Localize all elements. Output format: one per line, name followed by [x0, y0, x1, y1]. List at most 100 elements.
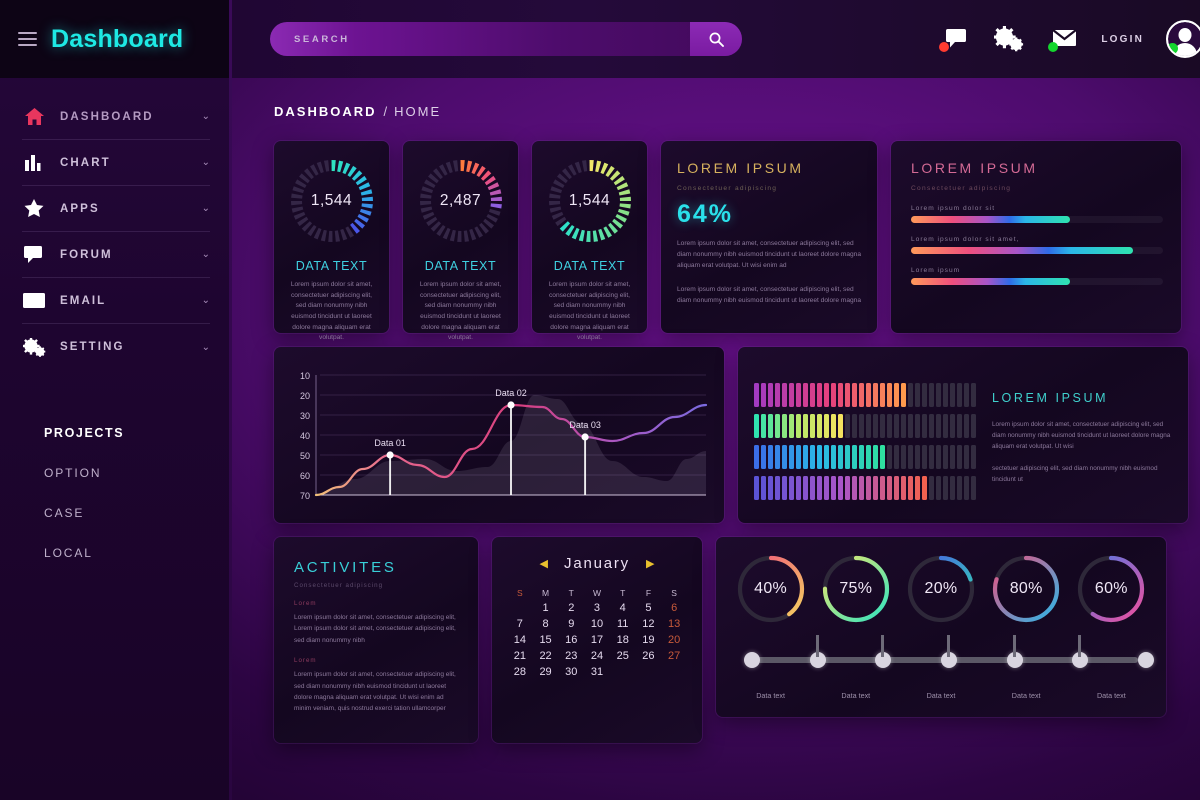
chevron-down-icon[interactable]: ⌄ — [202, 295, 210, 306]
lorem-percent-card[interactable]: LOREM IPSUM Consectetuer adipiscing 64% … — [661, 141, 877, 333]
timeline-node[interactable] — [1138, 652, 1154, 668]
calendar-day[interactable]: 13 — [662, 618, 686, 630]
donuts-card[interactable]: 40% Data text 75% Data text 20% Data text 80% D… — [716, 537, 1166, 717]
heatmap-cell — [803, 383, 808, 407]
projects-item-local[interactable]: LOCAL — [44, 546, 232, 560]
timeline-stem — [1078, 635, 1082, 657]
heatmap-cell — [957, 383, 962, 407]
calendar-day[interactable]: 7 — [508, 618, 532, 630]
sidebar-item-email[interactable]: EMAIL ⌄ — [22, 278, 210, 324]
chevron-down-icon[interactable]: ⌄ — [202, 342, 210, 353]
calendar-day[interactable]: 30 — [559, 666, 583, 678]
heatmap-cell — [901, 445, 906, 469]
hamburger-icon[interactable] — [18, 32, 37, 46]
calendar-day[interactable]: 31 — [585, 666, 609, 678]
calendar-day[interactable]: 10 — [585, 618, 609, 630]
calendar-day[interactable]: 11 — [611, 618, 635, 630]
chevron-down-icon[interactable]: ⌄ — [202, 203, 210, 214]
calendar-day[interactable]: 26 — [637, 650, 661, 662]
calendar-day[interactable]: 20 — [662, 634, 686, 646]
activities-card[interactable]: ACTIVITES Consectetuer adipiscing Lorem … — [274, 537, 478, 743]
progress-bars-card[interactable]: LOREM IPSUM Consectetuer adipiscing Lore… — [891, 141, 1181, 333]
donut-caption: Data text — [926, 691, 956, 700]
login-label[interactable]: LOGIN — [1101, 34, 1144, 45]
calendar-day[interactable]: 23 — [559, 650, 583, 662]
calendar-day[interactable]: 4 — [611, 602, 635, 614]
calendar-day[interactable]: 22 — [534, 650, 558, 662]
sidebar-item-forum[interactable]: FORUM ⌄ — [22, 232, 210, 278]
heatmap-cell — [838, 383, 843, 407]
donut-item[interactable]: 80% Data text — [988, 553, 1064, 700]
chat-bubble-icon — [22, 246, 46, 263]
line-chart-card[interactable]: 10 20 30 40 50 60 70 Data 01 Data 02 Data 03 — [274, 347, 724, 523]
heatmap-text: LOREM IPSUM Lorem ipsum dolor sit amet, … — [992, 361, 1172, 509]
kpi-card[interactable]: 1,544 DATA TEXT Lorem ipsum dolor sit am… — [274, 141, 389, 341]
breadcrumb-sub[interactable]: HOME — [394, 104, 441, 119]
activities-subtitle: Consectetuer adipiscing — [294, 582, 384, 589]
calendar-day[interactable]: 5 — [637, 602, 661, 614]
search-icon — [709, 32, 724, 47]
calendar-day[interactable]: 9 — [559, 618, 583, 630]
settings-button[interactable] — [993, 24, 1025, 54]
calendar-day[interactable]: 2 — [559, 602, 583, 614]
sidebar-item-apps[interactable]: APPS ⌄ — [22, 186, 210, 232]
svg-text:50: 50 — [300, 451, 310, 461]
heatmap-cell — [775, 414, 780, 438]
brand-header: Dashboard — [0, 0, 232, 78]
calendar-day[interactable]: 6 — [662, 602, 686, 614]
calendar-day[interactable]: 15 — [534, 634, 558, 646]
projects-item-case[interactable]: CASE — [44, 506, 232, 520]
heatmap-cell — [775, 476, 780, 500]
calendar-day[interactable]: 12 — [637, 618, 661, 630]
calendar-day[interactable]: 18 — [611, 634, 635, 646]
heatmap-card[interactable]: LOREM IPSUM Lorem ipsum dolor sit amet, … — [738, 347, 1188, 523]
calendar-day[interactable]: 27 — [662, 650, 686, 662]
heatmap-cell — [894, 414, 899, 438]
chevron-down-icon[interactable]: ⌄ — [202, 249, 210, 260]
heatmap-cell — [838, 414, 843, 438]
calendar-day[interactable]: 17 — [585, 634, 609, 646]
donut-item[interactable]: 75% Data text — [818, 553, 894, 700]
progress-bar-label: Lorem ipsum dolor sit — [911, 205, 996, 213]
calendar-day[interactable]: 25 — [611, 650, 635, 662]
heatmap-cell — [901, 383, 906, 407]
calendar-day[interactable]: 3 — [585, 602, 609, 614]
donut-item[interactable]: 20% Data text — [903, 553, 979, 700]
sidebar-item-dashboard[interactable]: DASHBOARD ⌄ — [22, 94, 210, 140]
heatmap-cell — [957, 476, 962, 500]
avatar[interactable] — [1166, 20, 1200, 58]
breadcrumb-main[interactable]: DASHBOARD — [274, 104, 377, 119]
heatmap-cell — [838, 476, 843, 500]
mail-button[interactable] — [1047, 24, 1079, 54]
search-input[interactable] — [270, 22, 690, 56]
calendar-day[interactable]: 19 — [637, 634, 661, 646]
calendar-day[interactable]: 28 — [508, 666, 532, 678]
donut-item[interactable]: 60% Data text — [1073, 553, 1149, 700]
chevron-down-icon[interactable]: ⌄ — [202, 157, 210, 168]
calendar-day[interactable]: 21 — [508, 650, 532, 662]
sidebar-item-chart[interactable]: CHART ⌄ — [22, 140, 210, 186]
donut-item[interactable]: 40% Data text — [733, 553, 809, 700]
calendar-day[interactable]: 24 — [585, 650, 609, 662]
calendar-day[interactable]: 8 — [534, 618, 558, 630]
calendar-day[interactable]: 16 — [559, 634, 583, 646]
calendar-day[interactable]: 29 — [534, 666, 558, 678]
timeline-node[interactable] — [744, 652, 760, 668]
chevron-down-icon[interactable]: ⌄ — [202, 111, 210, 122]
kpi-card[interactable]: 2,487 DATA TEXT Lorem ipsum dolor sit am… — [403, 141, 518, 341]
calendar-dow: S — [517, 588, 523, 598]
sidebar-item-setting[interactable]: SETTING ⌄ — [22, 324, 210, 370]
projects-item-option[interactable]: OPTION — [44, 466, 232, 480]
notifications-button[interactable] — [939, 24, 971, 54]
line-chart: 10 20 30 40 50 60 70 Data 01 Data 02 Data 03 — [300, 371, 708, 501]
calendar-day[interactable]: 14 — [508, 634, 532, 646]
calendar-day[interactable]: 1 — [534, 602, 558, 614]
heatmap-cell — [922, 445, 927, 469]
heatmap-cell — [810, 383, 815, 407]
search-button[interactable] — [690, 22, 742, 56]
triangle-right-icon[interactable]: ▶ — [646, 557, 654, 570]
triangle-left-icon[interactable]: ◀ — [540, 557, 548, 570]
heatmap-cell — [796, 414, 801, 438]
kpi-card[interactable]: 1,544 DATA TEXT Lorem ipsum dolor sit am… — [532, 141, 647, 341]
calendar-card[interactable]: ◀ January ▶ SMTWTFS.12345678910111213141… — [492, 537, 702, 743]
